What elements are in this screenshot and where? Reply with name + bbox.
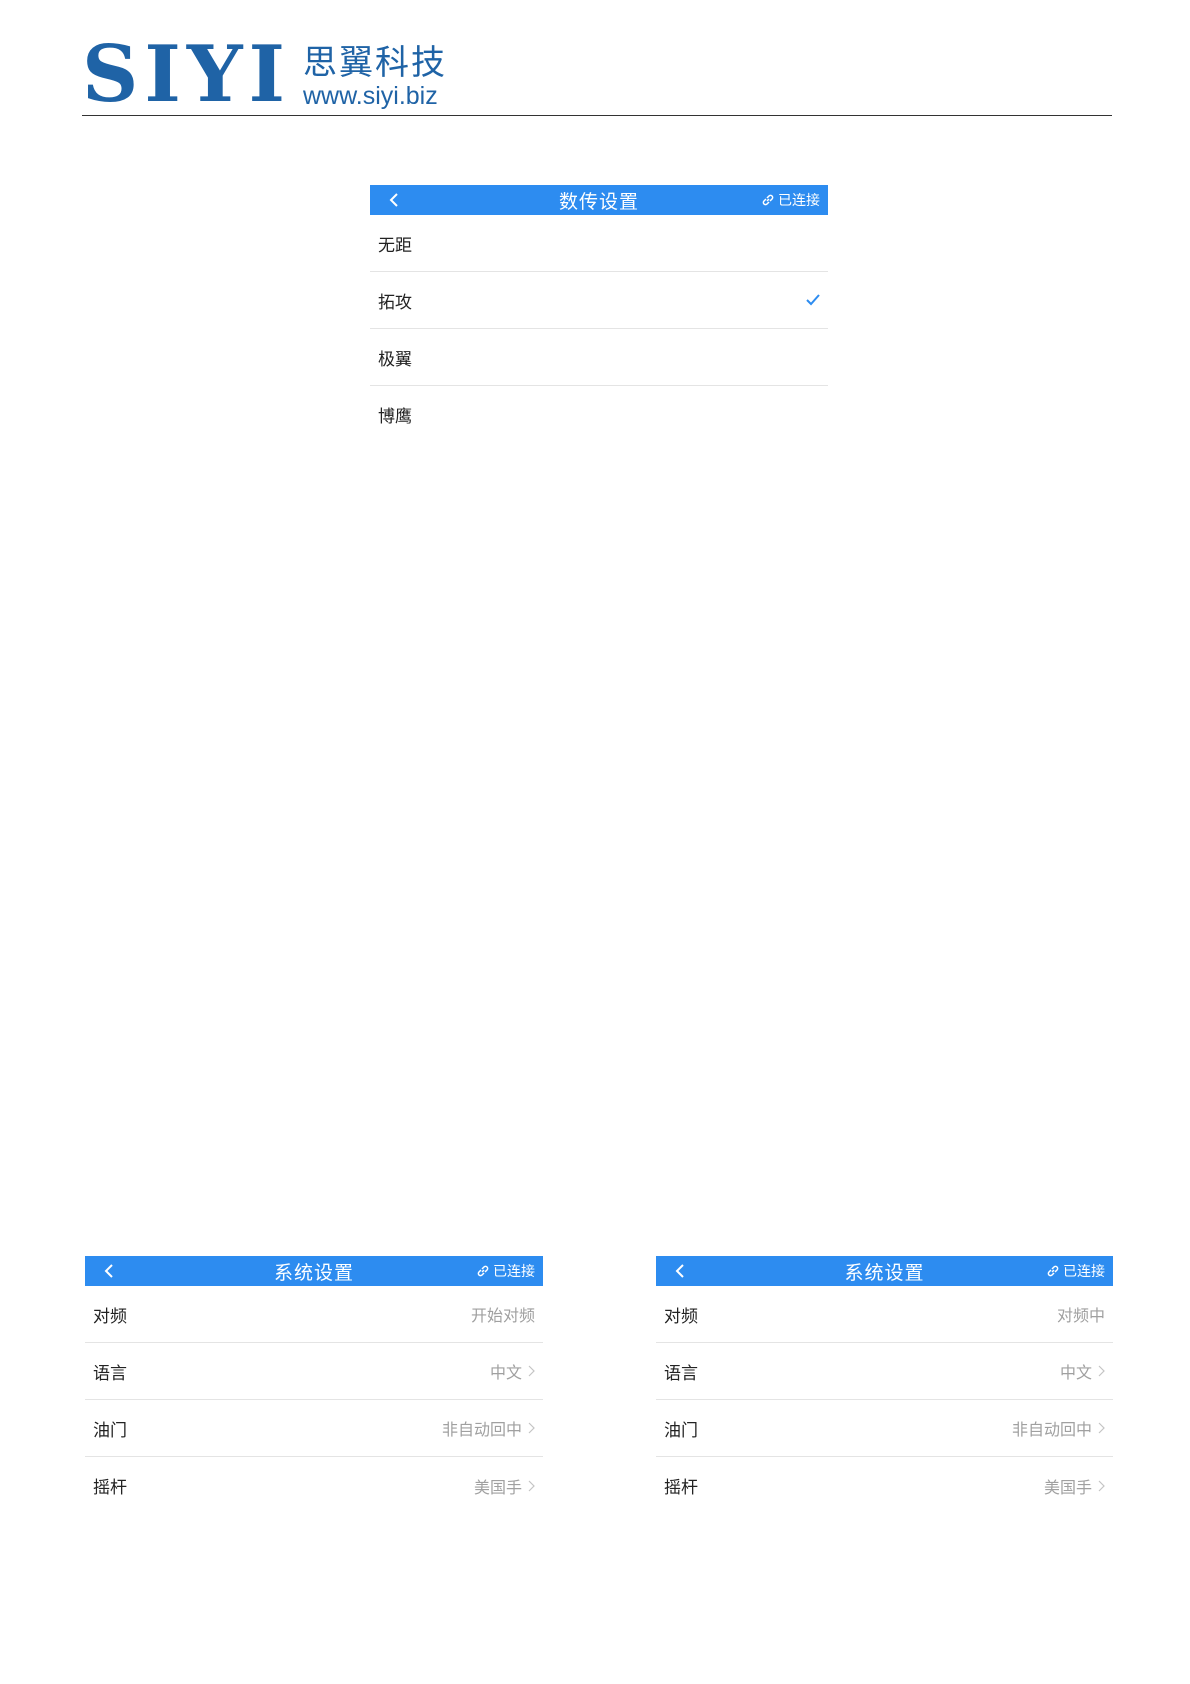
chevron-left-icon	[675, 1264, 684, 1278]
link-icon	[477, 1265, 489, 1277]
settings-row-value-group: 对频中	[1057, 1302, 1105, 1326]
settings-row-label: 对频	[93, 1306, 127, 1327]
settings-row-value-group: 中文	[490, 1359, 535, 1383]
settings-row-label: 对频	[664, 1306, 698, 1327]
settings-row-value: 美国手	[473, 1477, 522, 1497]
system-settings-screen-left: 系统设置 已连接 对频 开始对频语言 中文油门 非自动回中摇杆 美国手	[85, 1256, 543, 1514]
chevron-left-icon	[389, 193, 398, 207]
datalink-option-row[interactable]: 无距	[370, 215, 828, 272]
settings-row-value-group: 美国手	[1044, 1474, 1105, 1498]
settings-row[interactable]: 对频 对频中	[656, 1286, 1113, 1343]
settings-list: 对频 对频中语言 中文油门 非自动回中摇杆 美国手	[656, 1286, 1113, 1514]
settings-row[interactable]: 摇杆 美国手	[656, 1457, 1113, 1514]
settings-row-value-group: 中文	[1060, 1359, 1105, 1383]
settings-row-value: 对频中	[1056, 1306, 1105, 1325]
title-bar: 数传设置 已连接	[370, 185, 828, 215]
logo-wordmark: SIYI	[82, 29, 291, 120]
connection-status-label: 已连接	[493, 1264, 535, 1280]
settings-row-label: 油门	[664, 1420, 698, 1441]
screen-title: 系统设置	[273, 1261, 354, 1284]
settings-row[interactable]: 语言 中文	[85, 1343, 543, 1400]
connection-status-label: 已连接	[778, 193, 820, 209]
chevron-right-icon	[528, 1365, 535, 1377]
settings-row-label: 摇杆	[664, 1478, 698, 1498]
chevron-left-icon	[104, 1264, 113, 1278]
settings-row-value: 美国手	[1043, 1477, 1092, 1497]
option-label: 拓攻	[378, 292, 412, 313]
datalink-option-row[interactable]: 拓攻	[370, 272, 828, 329]
settings-row-value-group: 开始对频	[471, 1302, 535, 1326]
screen-title: 数传设置	[558, 190, 639, 213]
settings-row-value: 非自动回中	[1011, 1420, 1092, 1439]
datalink-option-row[interactable]: 博鹰	[370, 386, 828, 443]
settings-row[interactable]: 摇杆 美国手	[85, 1457, 543, 1514]
settings-row-label: 油门	[93, 1420, 127, 1441]
screen-title: 系统设置	[844, 1261, 925, 1284]
option-label: 极翼	[378, 349, 412, 370]
logo-chinese-name: 思翼科技	[302, 43, 447, 83]
datalink-option-list: 无距 拓攻 极翼 博鹰	[370, 215, 828, 443]
settings-row-value: 中文	[489, 1363, 522, 1382]
settings-row-label: 摇杆	[93, 1478, 127, 1498]
settings-row-value-group: 非自动回中	[442, 1416, 535, 1440]
option-label: 博鹰	[378, 407, 412, 427]
back-button[interactable]	[382, 185, 406, 215]
settings-row[interactable]: 油门 非自动回中	[85, 1400, 543, 1457]
link-icon	[1047, 1265, 1059, 1277]
checkmark-icon	[806, 294, 820, 306]
settings-row-value-group: 非自动回中	[1012, 1416, 1105, 1440]
settings-row[interactable]: 语言 中文	[656, 1343, 1113, 1400]
back-button[interactable]	[668, 1256, 692, 1286]
datalink-settings-screen: 数传设置 已连接 无距拓攻极翼博鹰	[370, 185, 828, 443]
settings-row-label: 语言	[664, 1363, 698, 1384]
settings-row[interactable]: 油门 非自动回中	[656, 1400, 1113, 1457]
option-label: 无距	[378, 235, 412, 256]
logo-website: www.siyi.biz	[302, 82, 438, 110]
settings-row-value: 中文	[1059, 1363, 1092, 1382]
connection-status: 已连接	[1046, 1256, 1105, 1286]
settings-list: 对频 开始对频语言 中文油门 非自动回中摇杆 美国手	[85, 1286, 543, 1514]
system-settings-screen-right: 系统设置 已连接 对频 对频中语言 中文油门 非自动回中摇杆 美国手	[656, 1256, 1113, 1514]
connection-status-label: 已连接	[1063, 1264, 1105, 1280]
settings-row-value: 开始对频	[470, 1306, 535, 1325]
title-bar: 系统设置 已连接	[85, 1256, 543, 1286]
company-logo: SIYI 思翼科技 www.siyi.biz	[82, 29, 447, 120]
back-button[interactable]	[97, 1256, 121, 1286]
connection-status: 已连接	[761, 185, 820, 215]
header-divider	[82, 115, 1112, 116]
chevron-right-icon	[528, 1480, 535, 1491]
chevron-right-icon	[528, 1422, 535, 1434]
chevron-right-icon	[1098, 1422, 1105, 1434]
settings-row-value-group: 美国手	[474, 1474, 535, 1498]
link-icon	[762, 194, 774, 206]
datalink-option-row[interactable]: 极翼	[370, 329, 828, 386]
title-bar: 系统设置 已连接	[656, 1256, 1113, 1286]
connection-status: 已连接	[476, 1256, 535, 1286]
settings-row-label: 语言	[93, 1363, 127, 1384]
settings-row-value: 非自动回中	[441, 1420, 522, 1439]
chevron-right-icon	[1098, 1480, 1105, 1491]
chevron-right-icon	[1098, 1365, 1105, 1377]
settings-row[interactable]: 对频 开始对频	[85, 1286, 543, 1343]
